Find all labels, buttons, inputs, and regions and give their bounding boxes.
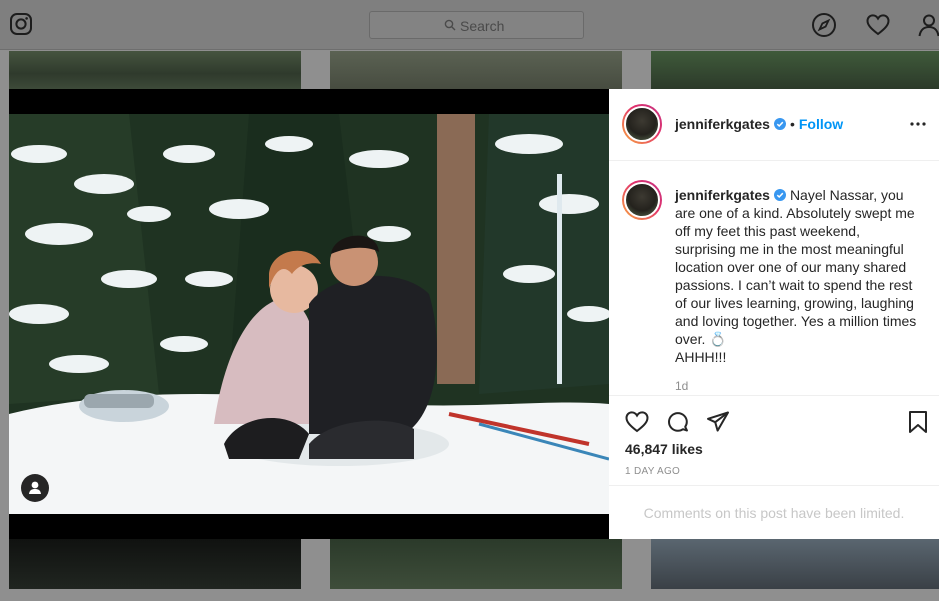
profile-icon[interactable] xyxy=(916,12,939,38)
grid-post-thumbnail[interactable] xyxy=(330,539,622,589)
save-bookmark-icon[interactable] xyxy=(905,409,931,435)
caption-username[interactable]: jenniferkgates xyxy=(675,187,770,203)
post-header: jenniferkgates • Follow xyxy=(609,89,939,161)
caption-text: jenniferkgates Nayel Nassar, you are one … xyxy=(675,186,919,366)
more-options-icon[interactable] xyxy=(909,115,927,133)
comment-bubble-icon[interactable] xyxy=(665,409,691,435)
share-direct-icon[interactable] xyxy=(705,409,731,435)
caption-body: Nayel Nassar, you are one of a kind. Abs… xyxy=(675,187,917,347)
separator-dot: • xyxy=(789,116,795,132)
author-username[interactable]: jenniferkgates xyxy=(675,116,770,132)
grid-post-thumbnail[interactable] xyxy=(651,51,939,89)
grid-post-thumbnail[interactable] xyxy=(9,51,301,89)
caption-ending: AHHH!!! xyxy=(675,349,727,365)
post-date[interactable]: 1 DAY AGO xyxy=(625,466,680,477)
top-navigation: Search xyxy=(0,0,939,50)
verified-badge-icon xyxy=(773,118,786,130)
explore-compass-icon[interactable] xyxy=(811,12,837,38)
grid-post-thumbnail[interactable] xyxy=(330,51,622,89)
author-avatar[interactable] xyxy=(622,104,662,144)
person-icon xyxy=(29,481,41,494)
caption-author-avatar[interactable] xyxy=(622,180,662,220)
tagged-users-button[interactable] xyxy=(21,474,49,502)
post-details-panel: jenniferkgates • Follow jenniferkgates Naye… xyxy=(609,89,939,539)
comments-limited-notice: Comments on this post have been limited. xyxy=(609,485,939,539)
grid-post-thumbnail[interactable] xyxy=(651,539,939,589)
search-placeholder: Search xyxy=(460,18,505,34)
like-heart-icon[interactable] xyxy=(624,409,650,435)
search-box[interactable]: Search xyxy=(369,11,584,39)
instagram-logo-icon[interactable] xyxy=(9,12,33,36)
likes-count[interactable]: 46,847 likes xyxy=(625,441,703,457)
follow-button[interactable]: Follow xyxy=(799,116,843,132)
caption-timestamp[interactable]: 1d xyxy=(675,379,688,393)
grid-post-thumbnail[interactable] xyxy=(9,539,301,589)
caption-area: jenniferkgates Nayel Nassar, you are one … xyxy=(609,161,939,395)
search-icon xyxy=(444,19,456,31)
author-line: jenniferkgates • Follow xyxy=(675,116,843,134)
post-media xyxy=(9,89,609,539)
action-bar xyxy=(609,395,939,445)
verified-badge-icon xyxy=(773,189,786,201)
activity-heart-icon[interactable] xyxy=(865,12,891,38)
post-photo xyxy=(9,114,609,514)
